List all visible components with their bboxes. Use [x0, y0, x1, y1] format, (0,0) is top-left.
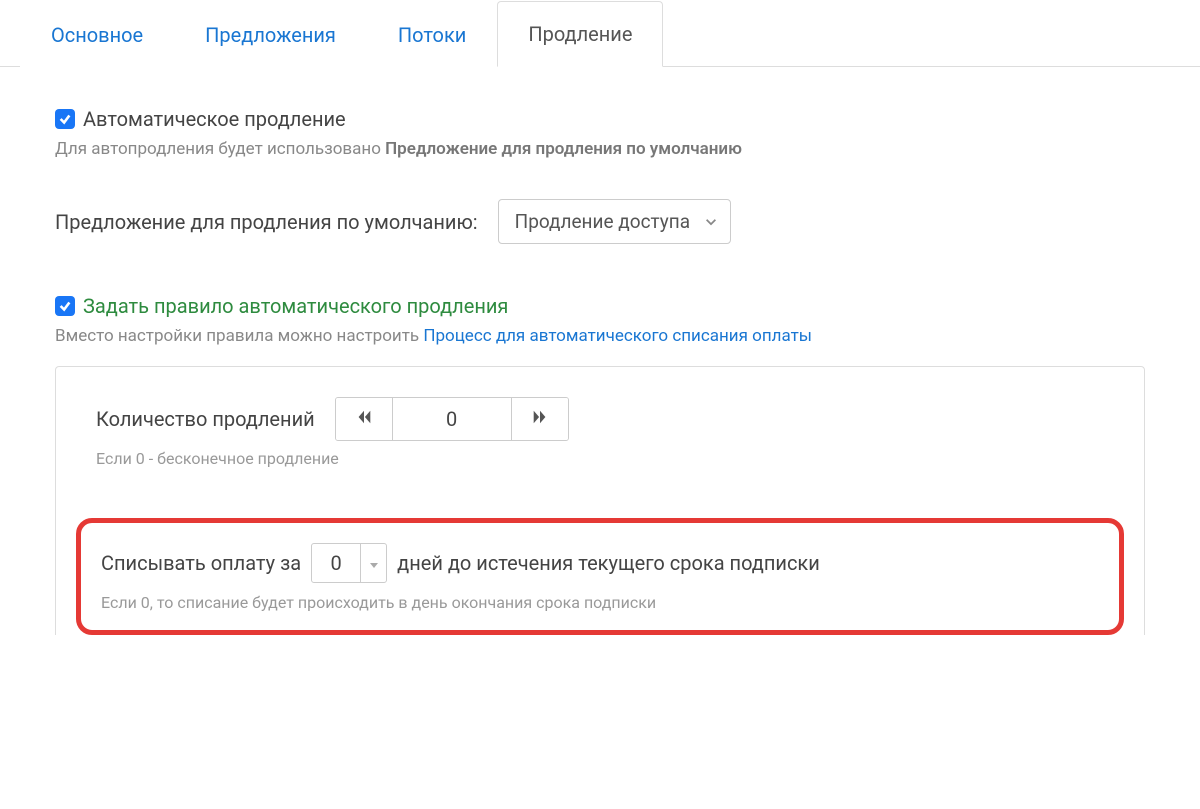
rule-hint-prefix: Вместо настройки правила можно настроить	[55, 326, 423, 346]
rule-label: Задать правило автоматического продления	[83, 294, 508, 318]
auto-renew-checkbox[interactable]	[55, 109, 75, 129]
charge-days-value[interactable]: 0	[312, 544, 360, 582]
caret-down-icon	[369, 551, 379, 575]
charge-days-row: Списывать оплату за 0 дней до истечения …	[101, 543, 1099, 583]
default-offer-select[interactable]: Продление доступа	[498, 199, 731, 244]
auto-renew-hint-prefix: Для автопродления будет использовано	[55, 139, 385, 159]
tab-offers[interactable]: Предложения	[174, 2, 367, 67]
charge-days-highlight: Списывать оплату за 0 дней до истечения …	[76, 518, 1124, 635]
default-offer-label: Предложение для продления по умолчанию:	[55, 210, 478, 234]
tab-bar: Основное Предложения Потоки Продление	[0, 0, 1200, 67]
auto-renew-row: Автоматическое продление	[55, 107, 1145, 131]
tab-main[interactable]: Основное	[20, 2, 174, 67]
chevron-down-icon	[704, 210, 718, 233]
auto-renew-label: Автоматическое продление	[83, 107, 346, 131]
rule-settings-box: Количество продлений 0 Если 0 - бесконеч…	[55, 366, 1145, 635]
default-offer-value: Продление доступа	[515, 210, 690, 233]
rule-hint: Вместо настройки правила можно настроить…	[55, 326, 1145, 346]
rule-hint-link[interactable]: Процесс для автоматического списания опл…	[423, 326, 812, 346]
tab-streams[interactable]: Потоки	[367, 2, 497, 67]
double-chevron-left-icon	[355, 408, 373, 431]
renewal-count-hint: Если 0 - бесконечное продление	[96, 449, 1104, 468]
renewal-count-stepper: 0	[335, 397, 569, 441]
stepper-decrement-button[interactable]	[336, 398, 392, 440]
rule-row: Задать правило автоматического продления	[55, 294, 1145, 318]
auto-renew-hint: Для автопродления будет использовано Пре…	[55, 139, 1145, 159]
renewal-count-row: Количество продлений 0	[96, 397, 1104, 441]
auto-renew-hint-bold: Предложение для продления по умолчанию	[385, 139, 742, 159]
tab-content-renewal: Автоматическое продление Для автопродлен…	[0, 67, 1200, 635]
renewal-count-label: Количество продлений	[96, 407, 315, 431]
double-chevron-right-icon	[531, 408, 549, 431]
charge-days-suffix: дней до истечения текущего срока подписк…	[397, 551, 820, 575]
tab-renewal[interactable]: Продление	[497, 1, 663, 67]
stepper-increment-button[interactable]	[512, 398, 568, 440]
charge-days-prefix: Списывать оплату за	[101, 551, 301, 575]
renewal-count-value[interactable]: 0	[392, 398, 512, 440]
charge-days-hint: Если 0, то списание будет происходить в …	[101, 593, 1099, 612]
default-offer-row: Предложение для продления по умолчанию: …	[55, 199, 1145, 244]
charge-days-input: 0	[311, 543, 387, 583]
charge-days-dropdown-button[interactable]	[360, 544, 386, 582]
rule-checkbox[interactable]	[55, 296, 75, 316]
